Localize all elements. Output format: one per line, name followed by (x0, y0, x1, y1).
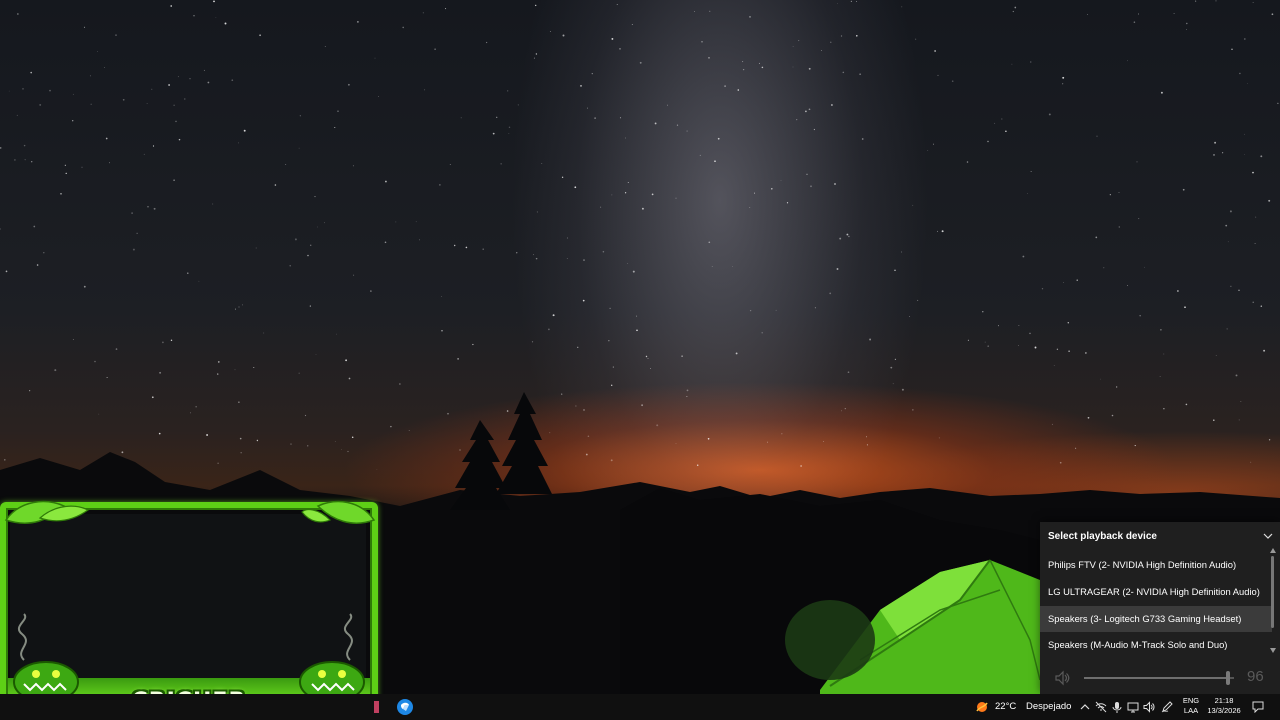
device-item-logitech-g733[interactable]: Speakers (3- Logitech G733 Gaming Headse… (1040, 606, 1272, 632)
browser-app-icon[interactable] (393, 694, 417, 720)
weather-sun-icon (976, 702, 988, 712)
weather-temperature: 22°C (995, 701, 1017, 712)
speaker-volume-icon[interactable] (1054, 670, 1070, 686)
volume-row: 96 (1040, 662, 1280, 694)
app-icon-partial[interactable] (368, 694, 392, 720)
flyout-header: Select playback device (1040, 522, 1280, 552)
display-icon[interactable] (1127, 701, 1139, 713)
smoke-right-icon (343, 613, 353, 661)
pen-icon[interactable] (1161, 701, 1173, 713)
device-item-m-audio[interactable]: Speakers (M-Audio M-Track Solo and Duo) (1040, 632, 1272, 658)
language-indicator[interactable]: ENG LAA (1182, 696, 1200, 716)
device-item-lg-ultragear[interactable]: LG ULTRAGEAR (2- NVIDIA High Definition … (1040, 579, 1272, 605)
chevron-up-icon[interactable] (1079, 701, 1091, 713)
language-line2: LAA (1183, 706, 1199, 715)
volume-slider-fill (1084, 677, 1228, 679)
scroll-up-arrow-icon[interactable] (1270, 548, 1276, 553)
scroll-down-arrow-icon[interactable] (1270, 648, 1276, 653)
chevron-down-icon[interactable] (1262, 530, 1274, 542)
volume-slider-thumb[interactable] (1226, 671, 1230, 685)
stream-webcam-overlay: CRICHER (0, 500, 378, 720)
language-line1: ENG (1182, 696, 1200, 705)
flyout-title: Select playback device (1048, 531, 1157, 542)
smoke-left-icon (17, 613, 27, 661)
volume-value: 96 (1247, 668, 1264, 685)
clock-date: 13/3/2026 (1207, 706, 1241, 715)
taskbar: 22°C Despejado ENG LAA 21:18 13/3/2026 (0, 694, 1280, 720)
leaf-right-icon (301, 500, 376, 524)
volume-slider[interactable] (1084, 671, 1234, 685)
clock-time: 21:18 (1214, 696, 1234, 705)
weather-description: Despejado (1026, 701, 1072, 712)
speaker-icon[interactable] (1143, 701, 1155, 713)
device-item-philips-ftv[interactable]: Philips FTV (2- NVIDIA High Definition A… (1040, 552, 1272, 578)
flyout-scrollbar[interactable] (1271, 556, 1274, 628)
leaf-left-icon (4, 500, 90, 524)
notification-center-icon[interactable] (1252, 701, 1264, 713)
playback-device-flyout: Select playback device Philips FTV (2- N… (1040, 522, 1280, 694)
network-disconnected-icon[interactable] (1095, 701, 1107, 713)
microphone-icon[interactable] (1111, 701, 1123, 713)
clock[interactable]: 21:18 13/3/2026 (1203, 696, 1245, 716)
